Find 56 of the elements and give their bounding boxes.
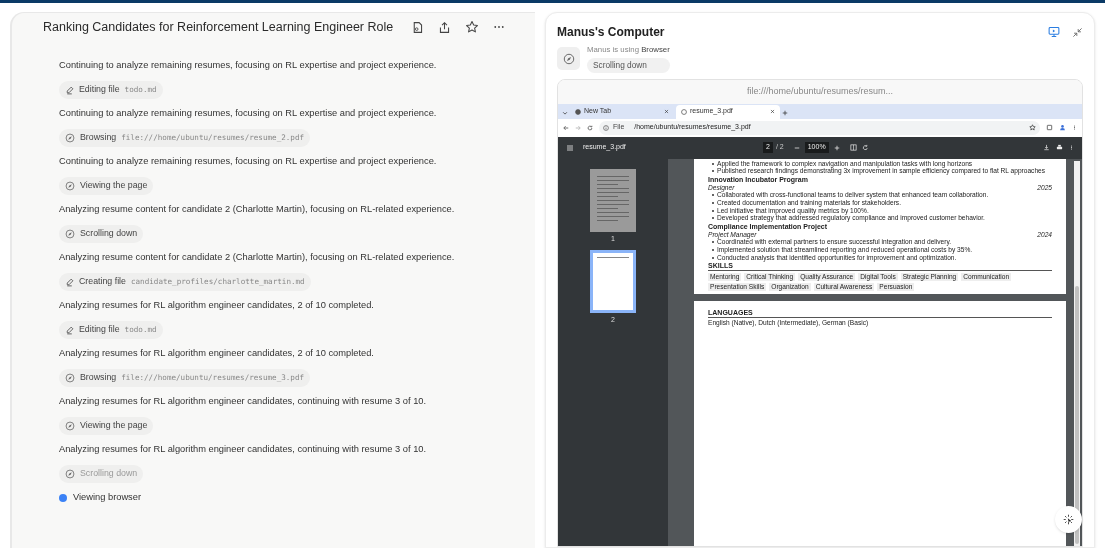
profile-icon[interactable] <box>1059 124 1066 132</box>
download-icon[interactable] <box>1043 144 1050 152</box>
compass-icon <box>65 469 75 479</box>
step-message: Analyzing resume content for candidate 2 (Charlotte Martin), focusing on RL-related experience. <box>59 203 456 217</box>
panel-title: Manus's Computer <box>557 24 665 41</box>
step-message: Continuing to analyze remaining resumes, focusing on RL expertise and project experience. <box>59 107 438 121</box>
info-icon <box>603 124 609 131</box>
compass-icon <box>65 181 75 191</box>
reload-icon[interactable] <box>587 124 593 131</box>
back-icon[interactable] <box>563 124 569 131</box>
fit-page-icon[interactable] <box>849 144 857 152</box>
close-icon[interactable] <box>770 109 775 115</box>
monitor-icon[interactable] <box>1048 26 1060 38</box>
task-title: Ranking Candidates for Reinforcement Learning Engineer Role <box>43 18 394 36</box>
pencil-icon <box>65 325 74 335</box>
status-text: Viewing browser <box>73 491 142 505</box>
globe-icon <box>681 108 687 115</box>
compass-icon <box>65 229 75 239</box>
page-thumbnail[interactable] <box>590 250 636 314</box>
rotate-icon[interactable] <box>861 144 869 152</box>
action-chip: Scrolling down <box>587 57 670 73</box>
step-message: Continuing to analyze remaining resumes, focusing on RL expertise and project experience. <box>59 59 438 73</box>
action-chip[interactable]: Viewing the page <box>59 177 154 195</box>
step-message: Analyzing resume content for candidate 2 (Charlotte Martin), focusing on RL-related experience. <box>59 251 456 265</box>
document-icon[interactable] <box>411 20 424 34</box>
menu-icon[interactable] <box>566 143 574 152</box>
zoom-in-icon[interactable] <box>833 144 840 151</box>
compass-icon <box>65 421 75 431</box>
action-chip[interactable]: Scrolling down <box>59 225 144 243</box>
plus-icon[interactable] <box>782 109 788 116</box>
star-icon[interactable] <box>465 20 479 34</box>
step-message: Analyzing resumes for RL algorithm engineer candidates, 2 of 10 completed. <box>59 347 375 361</box>
step-message: Analyzing resumes for RL algorithm engineer candidates, 2 of 10 completed. <box>59 299 375 313</box>
more-icon[interactable] <box>1069 144 1074 152</box>
page-thumbnail[interactable] <box>590 168 636 232</box>
compass-icon <box>65 373 75 383</box>
zoom-out-icon[interactable] <box>793 144 800 151</box>
url-header: file:///home/ubuntu/resumes/resum... <box>558 79 1082 104</box>
step-message: Analyzing resumes for RL algorithm engineer candidates, continuing with resume 3 of 10. <box>59 443 428 457</box>
compass-icon <box>562 52 575 65</box>
sparkle-cursor-icon <box>1063 514 1074 525</box>
collapse-icon[interactable] <box>1072 26 1083 38</box>
action-chip[interactable]: Viewing the page <box>59 417 154 435</box>
close-icon[interactable] <box>664 109 669 115</box>
pencil-icon <box>65 277 74 287</box>
step-message: Continuing to analyze remaining resumes, focusing on RL expertise and project experience. <box>59 155 438 169</box>
extension-icon[interactable] <box>1046 124 1053 132</box>
pencil-icon <box>65 85 74 95</box>
print-icon[interactable] <box>1056 144 1063 152</box>
step-message: Analyzing resumes for RL algorithm engineer candidates, continuing with resume 3 of 10. <box>59 395 428 409</box>
compass-icon <box>65 133 75 143</box>
scrollbar-thumb[interactable] <box>1075 285 1079 544</box>
chevron-icon[interactable] <box>562 109 568 116</box>
globe-icon <box>575 108 581 115</box>
star-icon[interactable] <box>1029 124 1036 132</box>
share-icon[interactable] <box>438 20 451 34</box>
